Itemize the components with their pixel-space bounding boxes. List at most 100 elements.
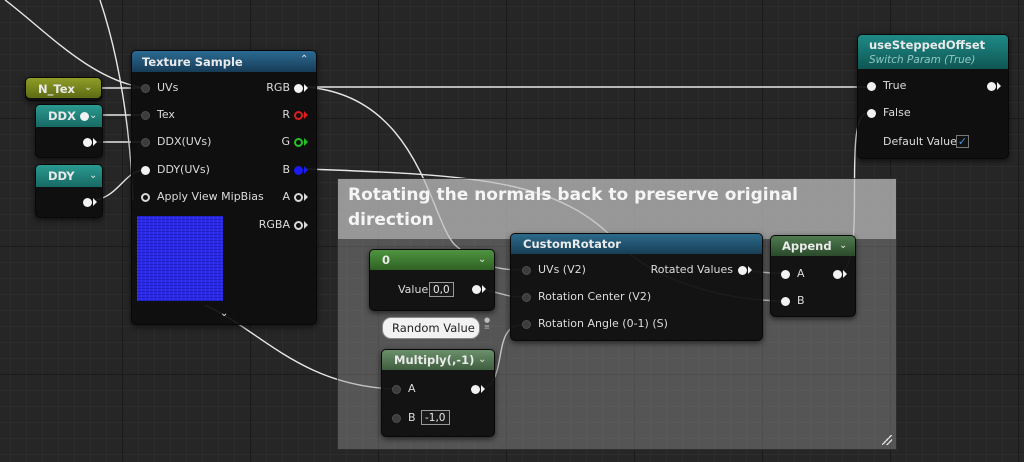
append-b-input-pin[interactable] bbox=[781, 297, 790, 306]
a-output-label: A bbox=[282, 190, 290, 203]
constant2-output-arrow bbox=[482, 285, 486, 293]
wire-top-left-2 bbox=[99, 0, 134, 201]
comment-box-header[interactable]: Rotating the normals back to preserve or… bbox=[338, 179, 896, 239]
texture-sample-node[interactable]: Texture Sample ⌃ UVs Tex DDX(UVs) DDY(UV… bbox=[131, 50, 317, 325]
ddy-output-pin[interactable] bbox=[83, 198, 92, 207]
constant2-output-pin[interactable] bbox=[472, 285, 481, 294]
g-output-arrow bbox=[304, 138, 308, 146]
switch-param-node[interactable]: useSteppedOffset Switch Param (True) Tru… bbox=[857, 34, 1009, 159]
r-output-arrow bbox=[304, 111, 308, 119]
uvs-v2-input-pin[interactable] bbox=[522, 266, 531, 275]
tex-input-pin[interactable] bbox=[141, 111, 150, 120]
rotation-center-input-label: Rotation Center (V2) bbox=[538, 290, 652, 303]
multiply-a-input-label: A bbox=[408, 382, 416, 395]
chevron-down-icon[interactable]: ⌄ bbox=[839, 241, 847, 251]
tex-input-label: Tex bbox=[157, 108, 175, 121]
rotation-angle-input-label: Rotation Angle (0-1) (S) bbox=[538, 317, 668, 330]
multiply-b-input-pin[interactable] bbox=[392, 414, 401, 423]
g-output-label: G bbox=[281, 135, 290, 148]
rgb-output-arrow bbox=[304, 84, 308, 92]
ddx-output-arrow bbox=[93, 138, 97, 146]
texture-preview bbox=[137, 216, 223, 301]
multiply-output-pin[interactable] bbox=[471, 385, 480, 394]
default-value-label: Default Value bbox=[883, 135, 957, 148]
rotation-angle-input-pin[interactable] bbox=[522, 320, 531, 329]
multiply-node[interactable]: Multiply(,-1) ⌄ A B -1,0 bbox=[381, 349, 495, 437]
true-input-label: True bbox=[883, 79, 907, 92]
b-output-label: B bbox=[282, 163, 290, 176]
ddy-uvs-input-label: DDY(UVs) bbox=[157, 163, 210, 176]
rgb-output-label: RGB bbox=[266, 81, 290, 94]
append-a-input-label: A bbox=[797, 267, 805, 280]
ddy-output-arrow bbox=[93, 198, 97, 206]
custom-rotator-title: CustomRotator bbox=[523, 237, 621, 251]
rgba-output-pin[interactable] bbox=[294, 221, 303, 230]
false-input-pin[interactable] bbox=[867, 109, 876, 118]
comment-box-title: Rotating the normals back to preserve or… bbox=[348, 185, 799, 230]
multiply-title: Multiply(,-1) bbox=[394, 353, 475, 367]
constant2-value-label: Value bbox=[398, 283, 429, 296]
constant2-value-field[interactable]: 0,0 bbox=[429, 282, 454, 297]
chevron-down-icon[interactable]: ⌄ bbox=[478, 255, 486, 265]
constant2-node[interactable]: 0 ⌄ Value 0,0 bbox=[369, 249, 495, 311]
a-output-pin[interactable] bbox=[294, 193, 303, 202]
ddx-uvs-input-label: DDX(UVs) bbox=[157, 135, 212, 148]
switch-output-arrow bbox=[997, 82, 1001, 90]
chevron-down-icon[interactable]: ⌄ bbox=[478, 355, 486, 365]
rotated-values-output-arrow bbox=[748, 266, 752, 274]
mipbias-input-label: Apply View MipBias bbox=[157, 190, 264, 203]
rotated-values-output-pin[interactable] bbox=[738, 266, 747, 275]
comment-resize-handle[interactable] bbox=[882, 435, 892, 445]
random-value-bubble[interactable]: Random Value bbox=[382, 317, 480, 339]
ddx-uvs-input-pin[interactable] bbox=[141, 138, 150, 147]
false-input-label: False bbox=[883, 106, 911, 119]
append-title: Append bbox=[782, 239, 832, 253]
switch-output-pin[interactable] bbox=[987, 82, 996, 91]
rgba-output-label: RGBA bbox=[258, 218, 290, 231]
rotated-values-output-label: Rotated Values bbox=[650, 263, 733, 276]
r-output-label: R bbox=[282, 108, 290, 121]
a-output-arrow bbox=[304, 193, 308, 201]
uvs-input-pin[interactable] bbox=[141, 84, 150, 93]
wire-top-left-1 bbox=[4, 0, 146, 89]
chevron-down-icon[interactable]: ⌄ bbox=[220, 309, 228, 319]
ddy-uvs-input-pin[interactable] bbox=[141, 166, 150, 175]
ddx-header-pin[interactable] bbox=[80, 112, 89, 121]
texture-sample-title: Texture Sample bbox=[142, 55, 243, 69]
ddy-title: DDY bbox=[48, 169, 75, 183]
multiply-a-input-pin[interactable] bbox=[392, 385, 401, 394]
append-b-input-label: B bbox=[797, 294, 805, 307]
n-tex-node[interactable]: N_Tex ⌄ bbox=[25, 77, 102, 101]
rgb-output-pin[interactable] bbox=[294, 84, 303, 93]
append-node[interactable]: Append ⌄ A B bbox=[770, 235, 856, 317]
chevron-down-icon[interactable]: ⌄ bbox=[84, 83, 92, 93]
chevron-down-icon[interactable]: ⌄ bbox=[89, 171, 97, 181]
rotation-center-input-pin[interactable] bbox=[522, 293, 531, 302]
chevron-down-icon[interactable]: ⌄ bbox=[89, 111, 97, 121]
custom-rotator-node[interactable]: CustomRotator UVs (V2) Rotation Center (… bbox=[510, 233, 763, 341]
uvs-v2-input-label: UVs (V2) bbox=[538, 263, 586, 276]
switch-param-title: useSteppedOffset bbox=[869, 38, 986, 52]
multiply-b-value-field[interactable]: -1,0 bbox=[421, 410, 450, 425]
random-value-label: Random Value bbox=[392, 321, 475, 335]
g-output-pin[interactable] bbox=[294, 138, 303, 147]
multiply-b-input-label: B bbox=[408, 411, 416, 424]
ddx-output-pin[interactable] bbox=[83, 138, 92, 147]
append-output-arrow bbox=[843, 270, 847, 278]
ddy-node[interactable]: DDY ⌄ bbox=[35, 164, 103, 218]
uvs-input-label: UVs bbox=[157, 81, 179, 94]
default-value-checkbox[interactable]: ✓ bbox=[956, 135, 969, 148]
true-input-pin[interactable] bbox=[867, 82, 876, 91]
r-output-pin[interactable] bbox=[294, 111, 303, 120]
ddx-node[interactable]: DDX ⌄ bbox=[35, 104, 103, 158]
switch-param-subtitle: Switch Param (True) bbox=[869, 54, 976, 66]
constant2-title: 0 bbox=[382, 253, 391, 267]
mipbias-input-pin[interactable] bbox=[141, 193, 150, 202]
n-tex-title: N_Tex bbox=[38, 82, 75, 96]
append-a-input-pin[interactable] bbox=[781, 270, 790, 279]
bubble-pin-icon[interactable]: ● ≡ bbox=[484, 317, 492, 331]
append-output-pin[interactable] bbox=[833, 270, 842, 279]
chevron-up-icon[interactable]: ⌃ bbox=[300, 55, 308, 65]
ddx-title: DDX bbox=[48, 109, 76, 123]
b-output-pin[interactable] bbox=[294, 166, 303, 175]
